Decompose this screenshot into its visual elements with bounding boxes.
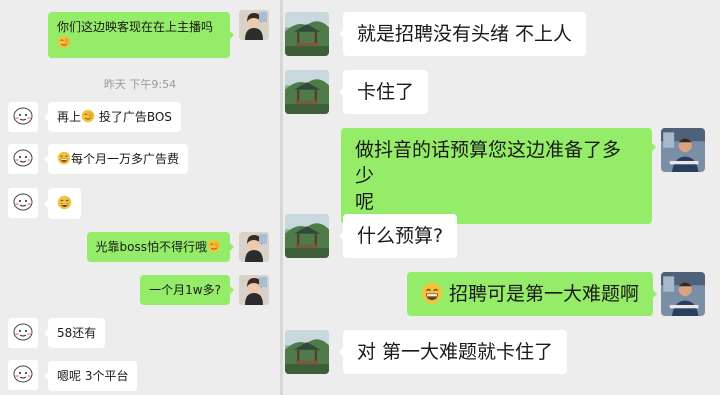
avatar-contact[interactable] [8,360,38,390]
message-text: 对 第一大难题就卡住了 [357,341,554,363]
avatar-contact[interactable] [285,12,329,56]
right-chat-panel: 就是招聘没有头绪 不上人 卡住了 做抖音的话预算您这边准备了多少 呢 什么预算?… [283,0,720,395]
message-text: 一个月1w多? [149,283,221,297]
message-text: 58还有 [57,326,97,340]
avatar-contact[interactable] [8,188,38,218]
message-text: 投了广告BOS [95,110,172,124]
message-text: 什么预算? [357,225,444,247]
message-bubble-sent[interactable]: 做抖音的话预算您这边准备了多少 呢 [341,128,656,224]
message-bubble-sent[interactable]: 招聘可是第一大难题啊 [407,272,658,316]
message-text: 再上 [57,110,82,124]
facepalm-emoji-icon [57,35,71,49]
grin-sweat-emoji-icon [57,151,71,165]
facepalm-emoji-icon [81,109,95,123]
avatar-self[interactable] [239,232,269,262]
message-text: 做抖音的话预算您这边准备了多少 [355,139,622,187]
message-text: 就是招聘没有头绪 不上人 [357,23,573,45]
message-text: 招聘可是第一大难题啊 [449,283,640,305]
message-bubble-sent[interactable]: 光靠boss怕不得行哦 [86,232,235,262]
message-text: 每个月一万多广告费 [71,152,180,166]
message-bubble-received[interactable]: 再上 投了广告BOS [44,102,181,132]
big-grin-emoji-icon [421,282,443,304]
message-text: 光靠boss怕不得行哦 [95,240,207,254]
message-bubble-received[interactable] [44,188,81,219]
timestamp: 昨天 下午9:54 [103,78,177,91]
message-bubble-received[interactable]: 卡住了 [338,70,429,114]
avatar-contact[interactable] [8,318,38,348]
left-chat-panel: 你们这边映客现在在上主播吗 昨天 下午9:54 再上 投了广告BOS 每个月一万… [0,0,280,395]
message-bubble-received[interactable]: 就是招聘没有头绪 不上人 [338,12,587,56]
avatar-contact[interactable] [8,102,38,132]
message-text: 呢 [355,191,375,213]
avatar-contact[interactable] [8,144,38,174]
grin-sweat-emoji-icon [57,195,72,210]
avatar-self[interactable] [239,275,269,305]
avatar-contact[interactable] [285,214,329,258]
facepalm-emoji-icon [207,239,221,253]
avatar-contact[interactable] [285,330,329,374]
message-text: 卡住了 [357,81,415,103]
message-bubble-received[interactable]: 什么预算? [338,214,458,258]
message-bubble-received[interactable]: 每个月一万多广告费 [43,144,189,174]
avatar-contact[interactable] [285,70,329,114]
message-text: 你们这边映客现在在上主播吗 [57,20,214,34]
message-bubble-sent[interactable]: 一个月1w多? [140,275,234,305]
message-bubble-sent[interactable]: 你们这边映客现在在上主播吗 [48,12,234,58]
avatar-self[interactable] [661,272,705,316]
message-bubble-received[interactable]: 58还有 [43,318,106,348]
avatar-self[interactable] [239,10,269,40]
message-text: 嗯呢 3个平台 [57,369,129,383]
message-bubble-received[interactable]: 对 第一大难题就卡住了 [338,330,568,374]
message-bubble-received[interactable]: 嗯呢 3个平台 [43,361,138,391]
avatar-self[interactable] [661,128,705,172]
